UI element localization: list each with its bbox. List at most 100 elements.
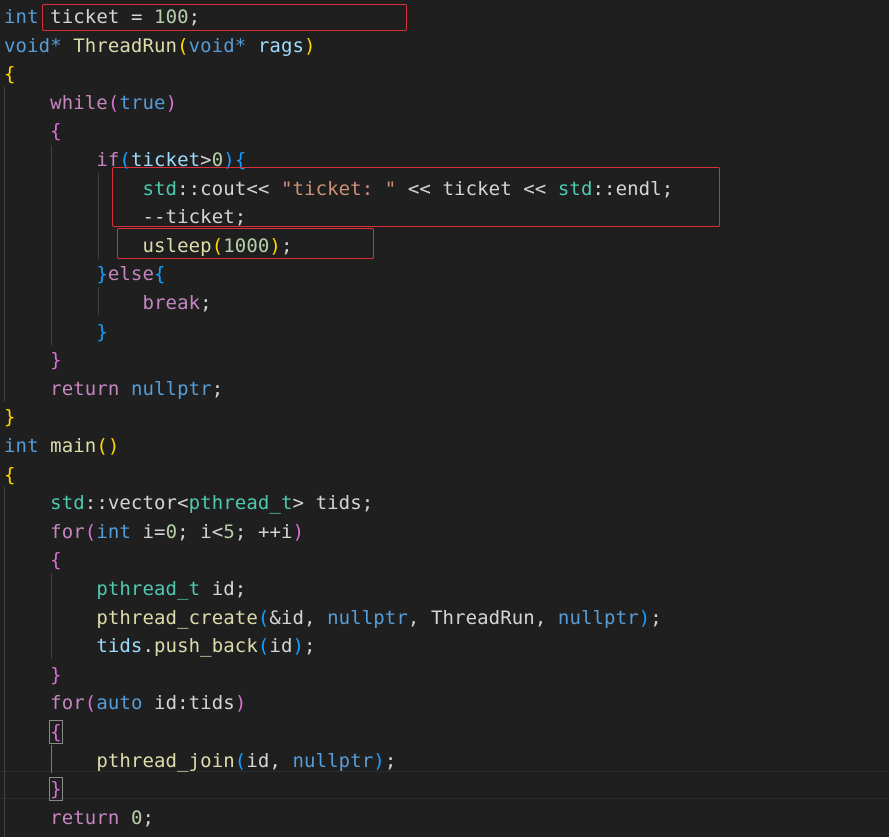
code-token: ( [84,692,97,715]
code-line[interactable]: for(auto id:tids) [4,689,246,717]
code-token: ) [373,749,385,772]
code-token: else [107,263,155,286]
code-token: } [4,406,16,429]
code-token: for [50,692,85,715]
code-token: ; [200,292,212,314]
code-token: ; [142,806,155,829]
code-token: pthread_t [188,492,293,515]
code-token: return [50,377,120,400]
code-line[interactable]: } [4,346,62,374]
code-line[interactable]: std::vector<pthread_t> tids; [4,489,373,517]
code-line[interactable]: { [4,117,62,145]
code-token: . [142,635,155,658]
code-token: ( [84,520,97,543]
code-token: { [4,463,16,486]
code-line[interactable]: } [4,661,62,689]
code-token: tids [315,492,362,515]
code-token: : [177,692,189,715]
code-token: true [119,91,166,114]
code-token: push_back [154,635,258,658]
code-token: break [142,292,201,314]
code-line[interactable]: return nullptr; [4,375,223,403]
code-token: main [50,435,97,457]
code-token: &id [269,606,305,629]
code-token: rags [257,34,305,57]
code-token: ThreadRun [73,34,178,57]
code-line[interactable]: pthread_join(id, nullptr); [4,747,396,775]
code-token: { [4,63,16,86]
code-token: } [49,777,63,802]
code-token: { [154,263,166,286]
code-line[interactable]: { [4,461,16,489]
code-token: pthread_join [96,749,235,772]
code-token: { [50,120,62,143]
code-token: < [177,492,189,515]
code-editor[interactable]: int ticket = 100; void* ThreadRun(void* r… [0,0,889,837]
code-token: ) [292,635,305,658]
code-line[interactable]: pthread_create(&id, nullptr, ThreadRun, … [4,604,662,632]
code-line[interactable]: return 0; [4,804,154,832]
code-token: void [188,34,235,57]
code-token: * [50,34,74,57]
code-line[interactable]: } [4,318,108,346]
code-line[interactable]: for(int i=0; i<5; ++i) [4,518,304,546]
code-token: ) [165,91,178,114]
code-token: , [534,606,558,629]
code-token: while [50,91,108,114]
code-token: , [304,606,328,629]
code-line[interactable]: break; [4,289,212,317]
code-line[interactable]: pthread_t id; [4,575,246,603]
code-line[interactable]: { [4,718,63,746]
code-token: id [211,578,235,600]
code-line[interactable]: void* ThreadRun(void* rags) [4,32,316,60]
code-token: nullptr [557,606,639,629]
code-line[interactable]: tids.push_back(id); [4,632,316,660]
code-token: pthread_t [96,578,201,600]
code-token: ; [650,606,662,629]
code-token: } [50,349,62,372]
code-line[interactable]: { [4,546,62,574]
code-token: ( [234,749,247,772]
code-line[interactable]: { [4,60,16,88]
code-token: ( [177,34,189,57]
code-line[interactable]: } [4,775,63,803]
code-token: id [246,749,270,772]
annotation-box-critical-section [112,167,720,227]
code-token: pthread_create [96,606,258,629]
code-token: ) [304,34,316,57]
code-token: () [96,435,120,457]
code-token: ( [107,91,120,114]
code-line[interactable]: int main() [4,432,119,460]
code-line[interactable]: while(true) [4,89,177,117]
code-token: , [407,606,431,629]
code-token: std [50,492,85,515]
code-token: ; [361,492,374,515]
code-token: 0 [165,520,178,543]
code-token: ) [292,520,305,543]
code-token: ; [177,520,201,543]
code-line[interactable]: } [4,403,16,431]
code-line[interactable]: }else{ [4,260,166,288]
code-token: { [50,549,62,572]
code-token: return [50,806,120,829]
code-token: id [269,635,293,658]
code-token: < [211,520,224,543]
code-token: ) [638,606,651,629]
code-token: ( [257,635,270,658]
